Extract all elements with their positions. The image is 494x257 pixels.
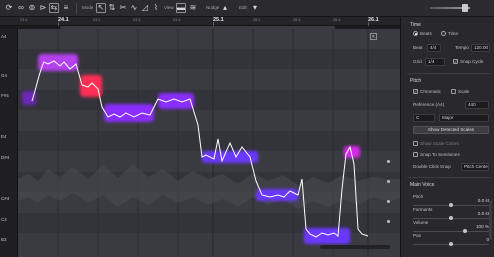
pitch-key-strip: A4 G4 F#4 E4 D#4 C#4 C4 B3 (0, 29, 18, 257)
ruler-beat: 23.4 (20, 18, 28, 22)
snap-semitones-checkbox[interactable] (413, 152, 418, 157)
voice-pitch-value[interactable]: 0.0 st (467, 198, 489, 203)
show-detected-scales-button[interactable]: Show Detected Scales (413, 126, 489, 134)
double-click-snap-select[interactable]: Pitch Center (461, 163, 489, 171)
nudge-up-icon[interactable]: ▴ (220, 3, 230, 13)
voice-pitch-label: Pitch (413, 194, 424, 199)
expand-icon[interactable]: ⇱ (370, 33, 377, 40)
drift-tool-icon[interactable]: ∿ (129, 3, 139, 13)
pointer-tool-icon[interactable]: ↖ (96, 3, 106, 13)
beat-label: Beat (413, 45, 423, 50)
pan-label: Pan (413, 233, 422, 238)
note-blob[interactable] (304, 228, 350, 244)
volume-value[interactable]: 100 % (467, 224, 489, 229)
toolbar: ⟳ ∞ ⊚ ⊳ ⇆ ≡ Mode ↖ ⇅ ✂ ∿ ◿ ⌇ View ▬ ≋ Nu… (0, 0, 494, 17)
double-click-snap-label: Double Click Snap (413, 164, 451, 169)
pitch-tool-icon[interactable]: ⇅ (107, 3, 117, 13)
pitch-grid-rows (18, 49, 400, 233)
volume-slider[interactable] (413, 231, 489, 232)
time-radio[interactable] (441, 31, 446, 36)
ruler-beat: 24.4 (173, 18, 181, 22)
ruler-bar: 24.1 (58, 17, 69, 23)
pan-value[interactable]: 0 (467, 237, 489, 242)
ruler-beat: 24.2 (93, 18, 101, 22)
formants-value[interactable]: 0.0 st (467, 211, 489, 216)
note-editor-canvas[interactable] (18, 29, 400, 257)
chromatic-checkbox[interactable]: ✓ (413, 89, 418, 94)
note-blob[interactable] (104, 104, 154, 122)
tempo-field[interactable]: 120.00 (471, 44, 490, 52)
note-editor[interactable] (18, 29, 400, 257)
snap-cycle-label: Snap Cycle (460, 59, 484, 64)
scale-label: Scale (458, 89, 470, 94)
key-label: C#4 (1, 196, 10, 201)
reference-label: Reference (A4) (413, 102, 445, 107)
skip-icon[interactable]: ⊳ (38, 3, 48, 13)
edit-menu-icon[interactable]: ▾ (250, 3, 260, 13)
ruler-beat: 25.4 (333, 18, 341, 22)
ruler-beat: 25.3 (293, 18, 301, 22)
split-tool-icon[interactable]: ✂ (118, 3, 128, 13)
waveform-view-icon[interactable]: ≋ (188, 3, 198, 13)
nudge-label: Nudge (206, 5, 220, 10)
inspector-scrollbar[interactable] (489, 200, 492, 240)
link-icon[interactable]: ⇆ (49, 3, 59, 13)
timeline-ruler[interactable]: 23.4 24.1 24.2 24.3 24.4 25.1 25.2 25.3 … (0, 17, 400, 26)
time-signature-field[interactable]: 4/4 (427, 44, 441, 52)
key-label: F#4 (1, 93, 9, 98)
time-section-title: Time (410, 22, 421, 28)
key-label: C4 (1, 217, 7, 222)
main-voice-section-title: Main Voice (410, 182, 435, 188)
voice-pitch-knob[interactable] (449, 203, 453, 207)
mode-label: Mode (82, 5, 94, 10)
tempo-label: Tempo (455, 45, 469, 50)
reference-field[interactable]: 440 (465, 101, 489, 109)
pitch-section-title: Pitch (410, 78, 422, 84)
formants-knob[interactable] (449, 216, 453, 220)
time-label: Time (448, 31, 459, 36)
record-loop-icon[interactable]: ⊚ (27, 3, 37, 13)
loop-icon[interactable]: ∞ (16, 3, 26, 13)
key-label: A4 (1, 34, 7, 39)
zoom-slider-knob[interactable] (462, 4, 468, 12)
vertical-zoom-scroller[interactable] (387, 160, 391, 245)
view-label: View (164, 5, 174, 10)
grid-select[interactable]: 1/4 (425, 58, 445, 66)
ruler-bar: 25.1 (213, 17, 224, 23)
scroll-icon[interactable]: ≡ (61, 3, 71, 13)
key-select[interactable]: C (413, 114, 435, 122)
horizontal-scrollbar[interactable] (320, 245, 390, 249)
ruler-beat: 25.2 (253, 18, 261, 22)
beats-label: Beats (420, 31, 432, 36)
volume-tool-icon[interactable]: ◿ (140, 3, 150, 13)
mode-select[interactable]: Major (439, 114, 489, 122)
chromatic-label: Chromatic (420, 89, 441, 94)
show-scale-colors-checkbox[interactable] (413, 141, 418, 146)
blob-view-icon[interactable]: ▬ (176, 3, 186, 13)
formants-label: Formants (413, 207, 433, 212)
key-label: D#4 (1, 155, 10, 160)
pan-knob[interactable] (449, 242, 453, 246)
key-label: E4 (1, 134, 7, 139)
show-scale-colors-label: Show Scale Colors (420, 141, 459, 146)
cycle-icon[interactable]: ⟳ (4, 3, 14, 13)
ruler-bar: 26.1 (368, 17, 379, 23)
key-label: G4 (1, 73, 8, 78)
volume-knob[interactable] (463, 229, 467, 233)
beats-radio[interactable] (413, 31, 418, 36)
snap-cycle-checkbox[interactable]: ✓ (453, 59, 458, 64)
volume-label: Volume (413, 220, 429, 225)
edit-label: Edit (239, 5, 247, 10)
snap-semitones-label: Snap To Semitones (420, 152, 460, 157)
fade-tool-icon[interactable]: ⌇ (151, 3, 161, 13)
inspector-panel: Time Beats Time Beat 4/4 Tempo 120.00 Gr… (400, 17, 494, 257)
ruler-beat: 24.3 (133, 18, 141, 22)
key-label: B3 (1, 237, 7, 242)
grid-label: Grid (413, 59, 422, 64)
scale-checkbox[interactable] (451, 89, 456, 94)
